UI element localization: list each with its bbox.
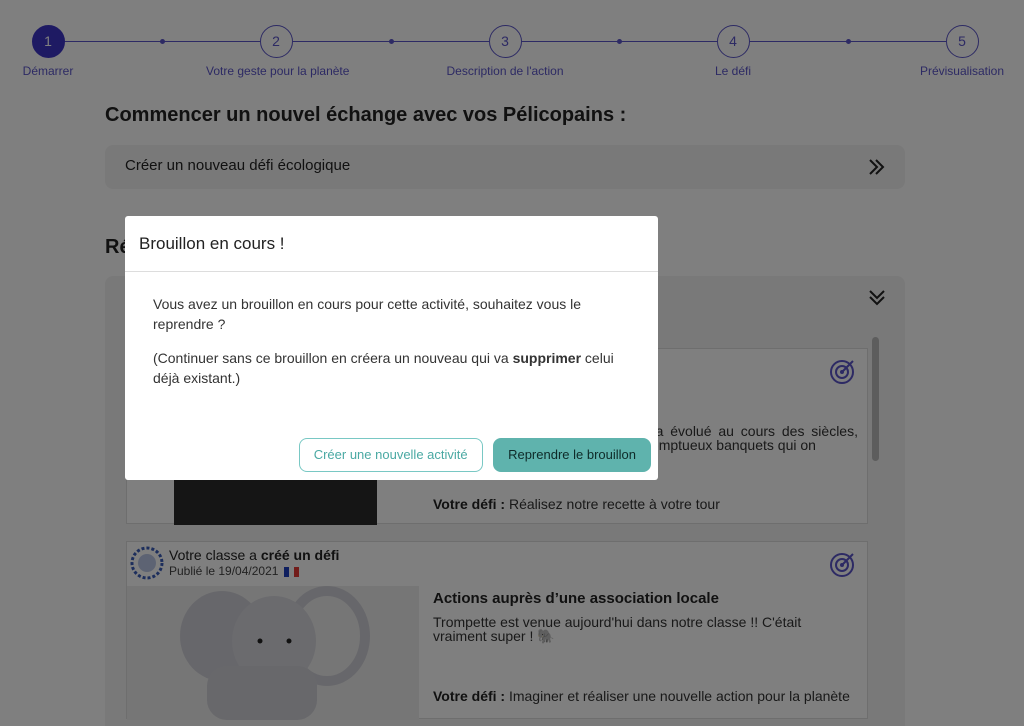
modal-title: Brouillon en cours ! (125, 216, 658, 272)
warning-text: (Continuer sans ce brouillon en créera u… (153, 350, 513, 366)
modal-message: Vous avez un brouillon en cours pour cet… (153, 296, 582, 332)
modal-body: Vous avez un brouillon en cours pour cet… (125, 272, 658, 388)
new-activity-button[interactable]: Créer une nouvelle activité (298, 438, 483, 472)
modal-footer: Créer une nouvelle activité Reprendre le… (298, 438, 651, 472)
resume-draft-button[interactable]: Reprendre le brouillon (493, 438, 651, 472)
modal-warning: (Continuer sans ce brouillon en créera u… (153, 348, 630, 388)
warning-emphasis: supprimer (512, 350, 582, 366)
draft-modal: Brouillon en cours ! Vous avez un brouil… (125, 216, 658, 480)
